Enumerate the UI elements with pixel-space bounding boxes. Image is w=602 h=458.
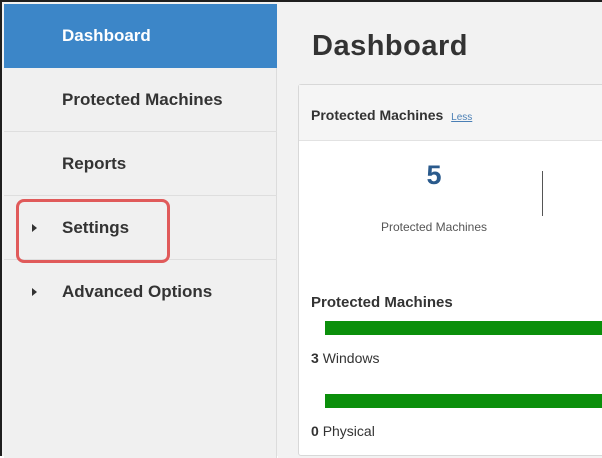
windows-row: 3 Windows <box>311 350 379 366</box>
sidebar-item-reports[interactable]: Reports <box>4 132 277 196</box>
caret-right-icon <box>32 288 37 296</box>
section-title: Protected Machines <box>311 294 453 311</box>
sidebar-item-label: Reports <box>62 154 127 173</box>
windows-label: Windows <box>322 350 380 366</box>
physical-bar <box>325 394 602 408</box>
main-content: Dashboard Protected Machines Less 5 Prot… <box>278 4 602 458</box>
physical-count: 0 <box>311 423 319 439</box>
page-title: Dashboard <box>312 30 468 62</box>
physical-label: Physical <box>322 423 375 439</box>
protected-machines-count-label: Protected Machines <box>380 220 488 234</box>
sidebar-item-protected-machines[interactable]: Protected Machines <box>4 68 277 132</box>
app-frame: Dashboard Protected Machines Reports Set… <box>0 0 602 458</box>
stat-divider <box>542 171 543 216</box>
sidebar-item-dashboard[interactable]: Dashboard <box>4 4 277 68</box>
sidebar-item-label: Advanced Options <box>62 282 213 301</box>
protected-machines-card: Protected Machines Less 5 Protected Mach… <box>298 84 602 456</box>
sidebar-item-advanced-options[interactable]: Advanced Options <box>4 260 277 324</box>
sidebar-item-label: Dashboard <box>62 26 151 45</box>
card-title: Protected Machines Less <box>311 107 472 123</box>
sidebar: Dashboard Protected Machines Reports Set… <box>4 4 277 458</box>
protected-machines-count: 5 <box>426 160 442 190</box>
windows-count: 3 <box>311 350 319 366</box>
settings-highlight-box <box>16 199 170 263</box>
sidebar-item-label: Protected Machines <box>62 90 223 109</box>
less-link[interactable]: Less <box>451 112 472 123</box>
card-title-text: Protected Machines <box>311 107 444 123</box>
windows-bar <box>325 321 602 335</box>
card-header: Protected Machines Less <box>299 85 602 141</box>
physical-row: 0 Physical <box>311 423 375 439</box>
